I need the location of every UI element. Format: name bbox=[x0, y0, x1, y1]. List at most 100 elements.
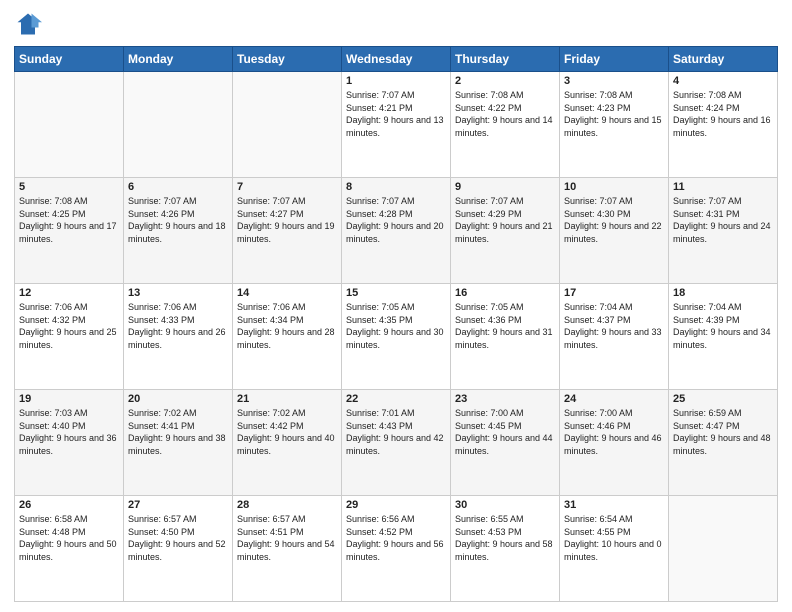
day-number: 19 bbox=[19, 393, 119, 405]
day-info: Sunrise: 7:06 AM Sunset: 4:34 PM Dayligh… bbox=[237, 301, 337, 351]
calendar-cell: 17 Sunrise: 7:04 AM Sunset: 4:37 PM Dayli… bbox=[560, 284, 669, 390]
day-number: 2 bbox=[455, 75, 555, 87]
calendar-cell: 22 Sunrise: 7:01 AM Sunset: 4:43 PM Dayli… bbox=[342, 390, 451, 496]
calendar-table: SundayMondayTuesdayWednesdayThursdayFrid… bbox=[14, 46, 778, 602]
day-number: 10 bbox=[564, 181, 664, 193]
day-number: 22 bbox=[346, 393, 446, 405]
day-info: Sunrise: 7:02 AM Sunset: 4:41 PM Dayligh… bbox=[128, 407, 228, 457]
day-info: Sunrise: 6:54 AM Sunset: 4:55 PM Dayligh… bbox=[564, 513, 664, 563]
calendar-cell: 23Sunrise: 7:00 AM Sunset: 4:45 PM Dayli… bbox=[451, 390, 560, 496]
day-info: Sunrise: 7:07 AM Sunset: 4:31 PM Dayligh… bbox=[673, 195, 773, 245]
day-header-sunday: Sunday bbox=[15, 47, 124, 72]
week-row-4: 19 Sunrise: 7:03 AM Sunset: 4:40 PM Dayli… bbox=[15, 390, 778, 496]
day-number: 16 bbox=[455, 287, 555, 299]
calendar-cell: 11 Sunrise: 7:07 AM Sunset: 4:31 PM Dayli… bbox=[669, 178, 778, 284]
calendar-cell: 27 Sunrise: 6:57 AM Sunset: 4:50 PM Dayli… bbox=[124, 496, 233, 602]
day-number: 15 bbox=[346, 287, 446, 299]
day-info: Sunrise: 7:02 AM Sunset: 4:42 PM Dayligh… bbox=[237, 407, 337, 457]
calendar-cell: 8 Sunrise: 7:07 AM Sunset: 4:28 PM Daylig… bbox=[342, 178, 451, 284]
days-of-week-row: SundayMondayTuesdayWednesdayThursdayFrid… bbox=[15, 47, 778, 72]
calendar-cell: 5Sunrise: 7:08 AM Sunset: 4:25 PM Daylig… bbox=[15, 178, 124, 284]
calendar-cell: 30 Sunrise: 6:55 AM Sunset: 4:53 PM Dayli… bbox=[451, 496, 560, 602]
calendar-header: SundayMondayTuesdayWednesdayThursdayFrid… bbox=[15, 47, 778, 72]
day-info: Sunrise: 6:55 AM Sunset: 4:53 PM Dayligh… bbox=[455, 513, 555, 563]
header bbox=[14, 10, 778, 38]
day-info: Sunrise: 7:07 AM Sunset: 4:26 PM Dayligh… bbox=[128, 195, 228, 245]
day-number: 5 bbox=[19, 181, 119, 193]
day-info: Sunrise: 7:06 AM Sunset: 4:32 PM Dayligh… bbox=[19, 301, 119, 351]
day-info: Sunrise: 6:59 AM Sunset: 4:47 PM Dayligh… bbox=[673, 407, 773, 457]
calendar-cell: 29Sunrise: 6:56 AM Sunset: 4:52 PM Dayli… bbox=[342, 496, 451, 602]
calendar-cell: 26 Sunrise: 6:58 AM Sunset: 4:48 PM Dayli… bbox=[15, 496, 124, 602]
day-number: 3 bbox=[564, 75, 664, 87]
day-number: 26 bbox=[19, 499, 119, 511]
day-info: Sunrise: 6:57 AM Sunset: 4:50 PM Dayligh… bbox=[128, 513, 228, 563]
day-number: 1 bbox=[346, 75, 446, 87]
calendar-cell: 12 Sunrise: 7:06 AM Sunset: 4:32 PM Dayli… bbox=[15, 284, 124, 390]
calendar-body: 1 Sunrise: 7:07 AM Sunset: 4:21 PM Daylig… bbox=[15, 72, 778, 602]
day-number: 9 bbox=[455, 181, 555, 193]
day-number: 20 bbox=[128, 393, 228, 405]
day-info: Sunrise: 7:00 AM Sunset: 4:45 PM Dayligh… bbox=[455, 407, 555, 457]
day-info: Sunrise: 7:05 AM Sunset: 4:36 PM Dayligh… bbox=[455, 301, 555, 351]
day-header-saturday: Saturday bbox=[669, 47, 778, 72]
calendar-cell: 25 Sunrise: 6:59 AM Sunset: 4:47 PM Dayli… bbox=[669, 390, 778, 496]
calendar-cell: 19 Sunrise: 7:03 AM Sunset: 4:40 PM Dayli… bbox=[15, 390, 124, 496]
day-number: 17 bbox=[564, 287, 664, 299]
calendar-cell: 24 Sunrise: 7:00 AM Sunset: 4:46 PM Dayli… bbox=[560, 390, 669, 496]
calendar-cell bbox=[669, 496, 778, 602]
page: SundayMondayTuesdayWednesdayThursdayFrid… bbox=[0, 0, 792, 612]
calendar-cell: 2Sunrise: 7:08 AM Sunset: 4:22 PM Daylig… bbox=[451, 72, 560, 178]
week-row-3: 12 Sunrise: 7:06 AM Sunset: 4:32 PM Dayli… bbox=[15, 284, 778, 390]
day-number: 28 bbox=[237, 499, 337, 511]
day-number: 6 bbox=[128, 181, 228, 193]
day-info: Sunrise: 6:57 AM Sunset: 4:51 PM Dayligh… bbox=[237, 513, 337, 563]
day-info: Sunrise: 7:07 AM Sunset: 4:21 PM Dayligh… bbox=[346, 89, 446, 139]
day-number: 31 bbox=[564, 499, 664, 511]
day-header-friday: Friday bbox=[560, 47, 669, 72]
day-number: 18 bbox=[673, 287, 773, 299]
day-number: 30 bbox=[455, 499, 555, 511]
calendar-cell: 31 Sunrise: 6:54 AM Sunset: 4:55 PM Dayli… bbox=[560, 496, 669, 602]
day-info: Sunrise: 7:04 AM Sunset: 4:39 PM Dayligh… bbox=[673, 301, 773, 351]
week-row-5: 26 Sunrise: 6:58 AM Sunset: 4:48 PM Dayli… bbox=[15, 496, 778, 602]
calendar-cell: 16 Sunrise: 7:05 AM Sunset: 4:36 PM Dayli… bbox=[451, 284, 560, 390]
day-info: Sunrise: 7:05 AM Sunset: 4:35 PM Dayligh… bbox=[346, 301, 446, 351]
calendar-cell: 10Sunrise: 7:07 AM Sunset: 4:30 PM Dayli… bbox=[560, 178, 669, 284]
day-info: Sunrise: 7:08 AM Sunset: 4:23 PM Dayligh… bbox=[564, 89, 664, 139]
calendar-cell: 13 Sunrise: 7:06 AM Sunset: 4:33 PM Dayli… bbox=[124, 284, 233, 390]
calendar-cell: 9 Sunrise: 7:07 AM Sunset: 4:29 PM Daylig… bbox=[451, 178, 560, 284]
calendar-cell: 28 Sunrise: 6:57 AM Sunset: 4:51 PM Dayli… bbox=[233, 496, 342, 602]
day-number: 27 bbox=[128, 499, 228, 511]
calendar-cell: 1 Sunrise: 7:07 AM Sunset: 4:21 PM Daylig… bbox=[342, 72, 451, 178]
day-number: 25 bbox=[673, 393, 773, 405]
logo-icon bbox=[14, 10, 42, 38]
day-info: Sunrise: 7:01 AM Sunset: 4:43 PM Dayligh… bbox=[346, 407, 446, 457]
calendar-cell: 20 Sunrise: 7:02 AM Sunset: 4:41 PM Dayli… bbox=[124, 390, 233, 496]
day-header-monday: Monday bbox=[124, 47, 233, 72]
day-number: 11 bbox=[673, 181, 773, 193]
day-number: 29 bbox=[346, 499, 446, 511]
day-info: Sunrise: 7:04 AM Sunset: 4:37 PM Dayligh… bbox=[564, 301, 664, 351]
day-info: Sunrise: 6:58 AM Sunset: 4:48 PM Dayligh… bbox=[19, 513, 119, 563]
day-number: 14 bbox=[237, 287, 337, 299]
day-info: Sunrise: 7:00 AM Sunset: 4:46 PM Dayligh… bbox=[564, 407, 664, 457]
day-number: 13 bbox=[128, 287, 228, 299]
day-number: 8 bbox=[346, 181, 446, 193]
day-info: Sunrise: 7:06 AM Sunset: 4:33 PM Dayligh… bbox=[128, 301, 228, 351]
calendar-cell bbox=[15, 72, 124, 178]
day-number: 12 bbox=[19, 287, 119, 299]
day-header-wednesday: Wednesday bbox=[342, 47, 451, 72]
calendar-cell: 7Sunrise: 7:07 AM Sunset: 4:27 PM Daylig… bbox=[233, 178, 342, 284]
calendar-cell: 15 Sunrise: 7:05 AM Sunset: 4:35 PM Dayli… bbox=[342, 284, 451, 390]
day-info: Sunrise: 7:03 AM Sunset: 4:40 PM Dayligh… bbox=[19, 407, 119, 457]
day-info: Sunrise: 7:07 AM Sunset: 4:29 PM Dayligh… bbox=[455, 195, 555, 245]
week-row-1: 1 Sunrise: 7:07 AM Sunset: 4:21 PM Daylig… bbox=[15, 72, 778, 178]
day-info: Sunrise: 7:07 AM Sunset: 4:28 PM Dayligh… bbox=[346, 195, 446, 245]
calendar-cell: 4Sunrise: 7:08 AM Sunset: 4:24 PM Daylig… bbox=[669, 72, 778, 178]
day-number: 7 bbox=[237, 181, 337, 193]
week-row-2: 5Sunrise: 7:08 AM Sunset: 4:25 PM Daylig… bbox=[15, 178, 778, 284]
day-header-tuesday: Tuesday bbox=[233, 47, 342, 72]
day-number: 24 bbox=[564, 393, 664, 405]
calendar-cell: 18 Sunrise: 7:04 AM Sunset: 4:39 PM Dayli… bbox=[669, 284, 778, 390]
